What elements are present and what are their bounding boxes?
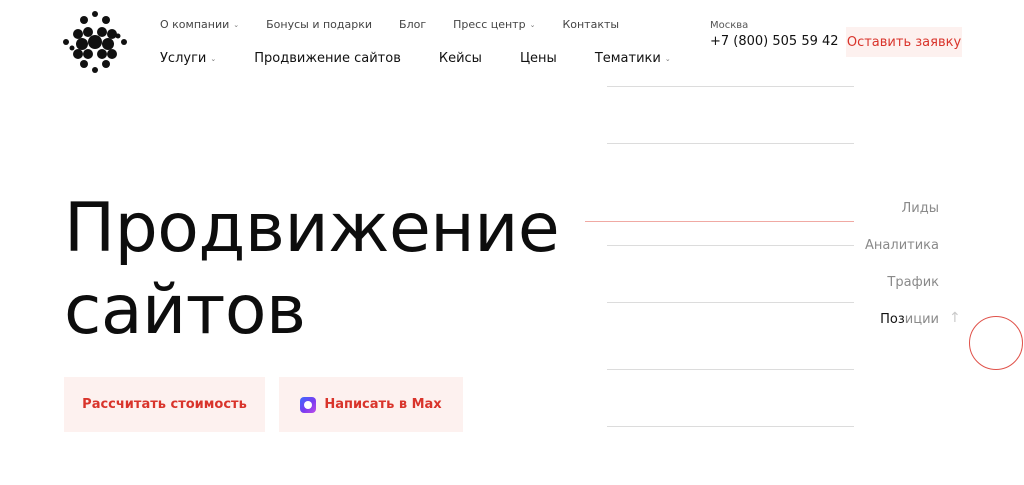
write-in-max-button[interactable]: Написать в Max [279,377,463,432]
top-nav-item-bonuses[interactable]: Бонусы и подарки [266,18,372,31]
arrow-up-icon: ↑ [949,310,961,326]
city-label: Москва [710,20,749,31]
graph-line [607,143,854,144]
graph-line [607,86,854,87]
phone-link[interactable]: +7 (800) 505 59 42 [710,34,839,49]
metric-leads: Лиды [901,201,939,216]
top-nav-item-about[interactable]: О компании ⌄ [160,18,239,31]
top-nav-item-contacts[interactable]: Контакты [562,18,619,31]
chevron-down-icon: ⌄ [210,54,217,63]
metric-analytics: Аналитика [865,238,939,253]
cursor-ring [969,316,1023,370]
graph-line [607,245,854,246]
metric-traffic: Трафик [887,275,939,290]
page-title: Продвижение сайтов [64,189,560,350]
main-nav-item-prices[interactable]: Цены [520,51,557,66]
max-messenger-icon [300,396,317,413]
top-nav: О компании ⌄ Бонусы и подарки Блог Пресс … [160,18,619,31]
main-nav: Услуги ⌄ Продвижение сайтов Кейсы Цены Те… [160,51,671,66]
chevron-down-icon: ⌄ [529,20,536,29]
logo-icon[interactable] [60,8,130,76]
graph-line-active [585,221,854,222]
main-nav-item-cases[interactable]: Кейсы [439,51,482,66]
contact-block: Москва +7 (800) 505 59 42 [710,20,839,49]
main-nav-item-seo[interactable]: Продвижение сайтов [254,51,401,66]
chevron-down-icon: ⌄ [233,20,240,29]
main-nav-item-services[interactable]: Услуги ⌄ [160,51,216,66]
top-nav-item-blog[interactable]: Блог [399,18,426,31]
graph-line [607,369,854,370]
graph-line [607,426,854,427]
leave-request-button[interactable]: Оставить заявку [846,27,962,57]
calculate-cost-button[interactable]: Рассчитать стоимость [64,377,265,432]
graph-line [607,302,854,303]
top-nav-item-press[interactable]: Пресс центр ⌄ [453,18,535,31]
metric-positions: Позиции [880,312,939,327]
main-nav-item-topics[interactable]: Тематики ⌄ [595,51,671,66]
chevron-down-icon: ⌄ [664,54,671,63]
